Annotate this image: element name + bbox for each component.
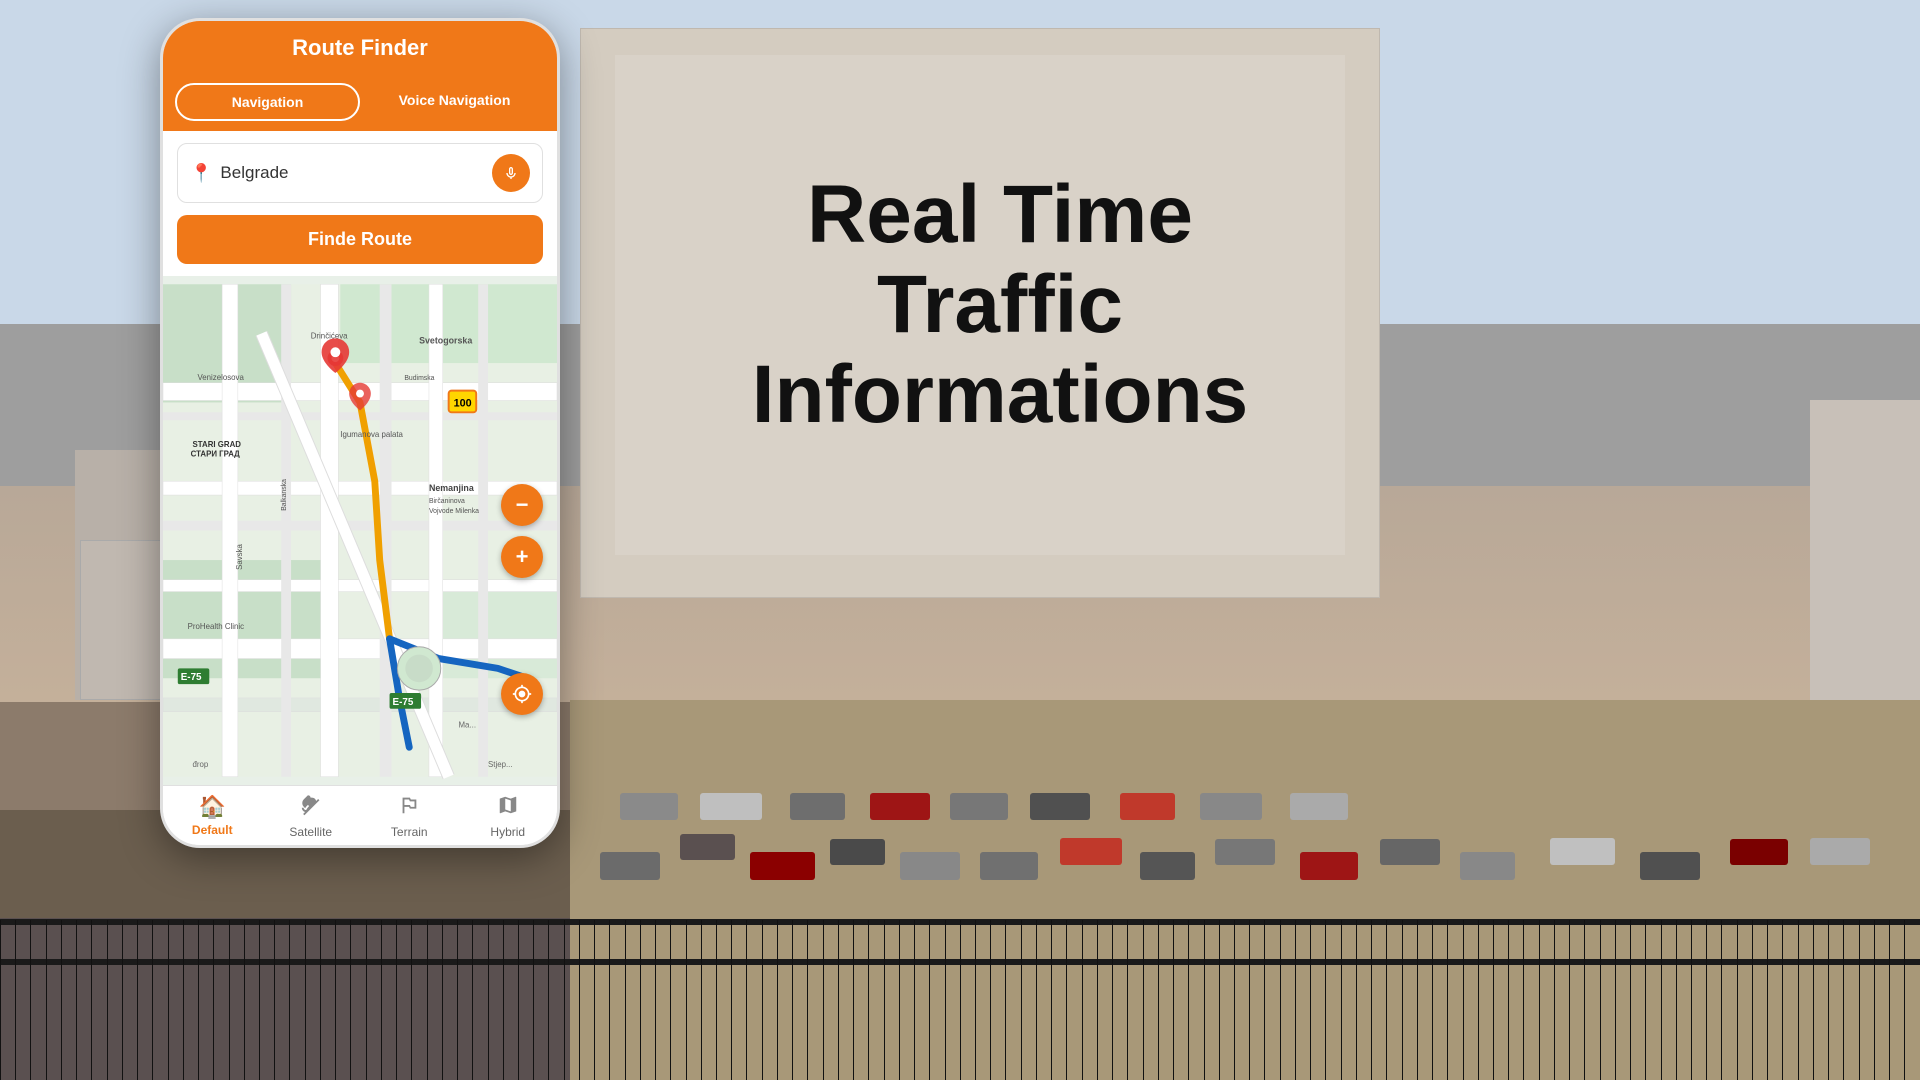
tab-navigation[interactable]: Navigation — [175, 83, 360, 121]
svg-text:Budimska: Budimska — [404, 375, 434, 382]
car-r2-1 — [620, 793, 678, 820]
nav-label-default: Default — [192, 823, 233, 837]
default-nav-icon: 🏠 — [199, 794, 226, 820]
svg-text:E-75: E-75 — [181, 672, 202, 683]
tab-voice-navigation[interactable]: Voice Navigation — [364, 83, 545, 121]
svg-text:Igumanova palata: Igumanova palata — [340, 430, 403, 439]
car-16 — [1810, 838, 1870, 865]
car-12 — [1460, 852, 1515, 880]
svg-text:đrop: đrop — [193, 760, 209, 769]
building-left-detail — [80, 540, 170, 700]
car-15 — [1730, 839, 1788, 865]
phone-mockup: Route Finder Navigation Voice Navigation… — [160, 18, 560, 848]
building-right — [1810, 400, 1920, 750]
search-section: 📍 Belgrade — [163, 131, 557, 215]
headline-container: Real Time Traffic Informations — [620, 170, 1380, 441]
car-13 — [1550, 838, 1615, 865]
terrain-nav-icon — [398, 794, 420, 822]
svg-text:Venizelosova: Venizelosova — [197, 373, 244, 382]
svg-text:E-75: E-75 — [393, 697, 414, 708]
app-header: Route Finder — [163, 21, 557, 75]
car-4 — [830, 839, 885, 865]
headline-line2: Traffic Informations — [620, 260, 1380, 440]
svg-text:STARI GRAD: STARI GRAD — [193, 440, 242, 449]
bottom-nav: 🏠 Default Satellite Terrain Hybrid — [163, 785, 557, 845]
location-pin-icon: 📍 — [190, 163, 212, 184]
car-10 — [1300, 852, 1358, 880]
svg-text:Vojvode Milenka: Vojvode Milenka — [429, 508, 479, 515]
find-route-button[interactable]: Finde Route — [177, 215, 543, 264]
map-area[interactable]: Venizelosova Budimska Drinčićeva Svetogo… — [163, 276, 557, 785]
svg-text:Birčaninova: Birčaninova — [429, 498, 465, 505]
find-route-section: Finde Route — [163, 215, 557, 276]
satellite-nav-icon — [300, 794, 322, 822]
svg-text:100: 100 — [454, 397, 472, 409]
car-r2-6 — [1030, 793, 1090, 820]
car-r2-7 — [1120, 793, 1175, 820]
car-1 — [600, 852, 660, 880]
svg-text:Drinčićeva: Drinčićeva — [311, 331, 348, 340]
svg-text:ProHealth Clinic: ProHealth Clinic — [188, 622, 245, 631]
my-location-button[interactable] — [501, 673, 543, 715]
nav-item-satellite[interactable]: Satellite — [262, 794, 361, 839]
car-r2-2 — [700, 793, 762, 820]
map-controls: − + — [501, 484, 543, 578]
car-6 — [980, 852, 1038, 880]
search-input[interactable]: Belgrade — [220, 163, 484, 183]
car-r2-9 — [1290, 793, 1348, 820]
svg-text:Savska: Savska — [235, 543, 244, 569]
car-r2-4 — [870, 793, 930, 820]
tab-bar: Navigation Voice Navigation — [163, 75, 557, 131]
app-title: Route Finder — [183, 35, 537, 61]
car-8 — [1140, 852, 1195, 880]
car-5 — [900, 852, 960, 880]
car-14 — [1640, 852, 1700, 880]
svg-text:Stjep...: Stjep... — [488, 760, 513, 769]
nav-label-terrain: Terrain — [391, 825, 428, 839]
hybrid-nav-icon — [497, 794, 519, 822]
fence — [0, 920, 1920, 1080]
car-9 — [1215, 839, 1275, 865]
zoom-in-button[interactable]: + — [501, 536, 543, 578]
svg-text:Ma...: Ma... — [459, 721, 477, 730]
nav-item-terrain[interactable]: Terrain — [360, 794, 459, 839]
car-r2-8 — [1200, 793, 1262, 820]
car-r2-5 — [950, 793, 1008, 820]
car-r2-3 — [790, 793, 845, 820]
headline-line1: Real Time — [620, 170, 1380, 260]
mic-icon — [503, 165, 519, 181]
location-icon — [512, 684, 532, 704]
svg-text:Nemanjina: Nemanjina — [429, 483, 474, 493]
mic-button[interactable] — [492, 154, 530, 192]
nav-label-hybrid: Hybrid — [490, 825, 525, 839]
svg-text:Svetogorska: Svetogorska — [419, 335, 472, 345]
nav-item-hybrid[interactable]: Hybrid — [459, 794, 558, 839]
svg-text:Balkanska: Balkanska — [281, 479, 288, 511]
nav-item-default[interactable]: 🏠 Default — [163, 794, 262, 839]
nav-label-satellite: Satellite — [289, 825, 332, 839]
search-box: 📍 Belgrade — [177, 143, 543, 203]
map-svg: Venizelosova Budimska Drinčićeva Svetogo… — [163, 276, 557, 785]
car-11 — [1380, 839, 1440, 865]
car-2 — [680, 834, 735, 860]
car-3 — [750, 852, 815, 880]
car-7 — [1060, 838, 1122, 865]
svg-text:СТАРИ ГРАД: СТАРИ ГРАД — [191, 450, 241, 459]
zoom-out-button[interactable]: − — [501, 484, 543, 526]
